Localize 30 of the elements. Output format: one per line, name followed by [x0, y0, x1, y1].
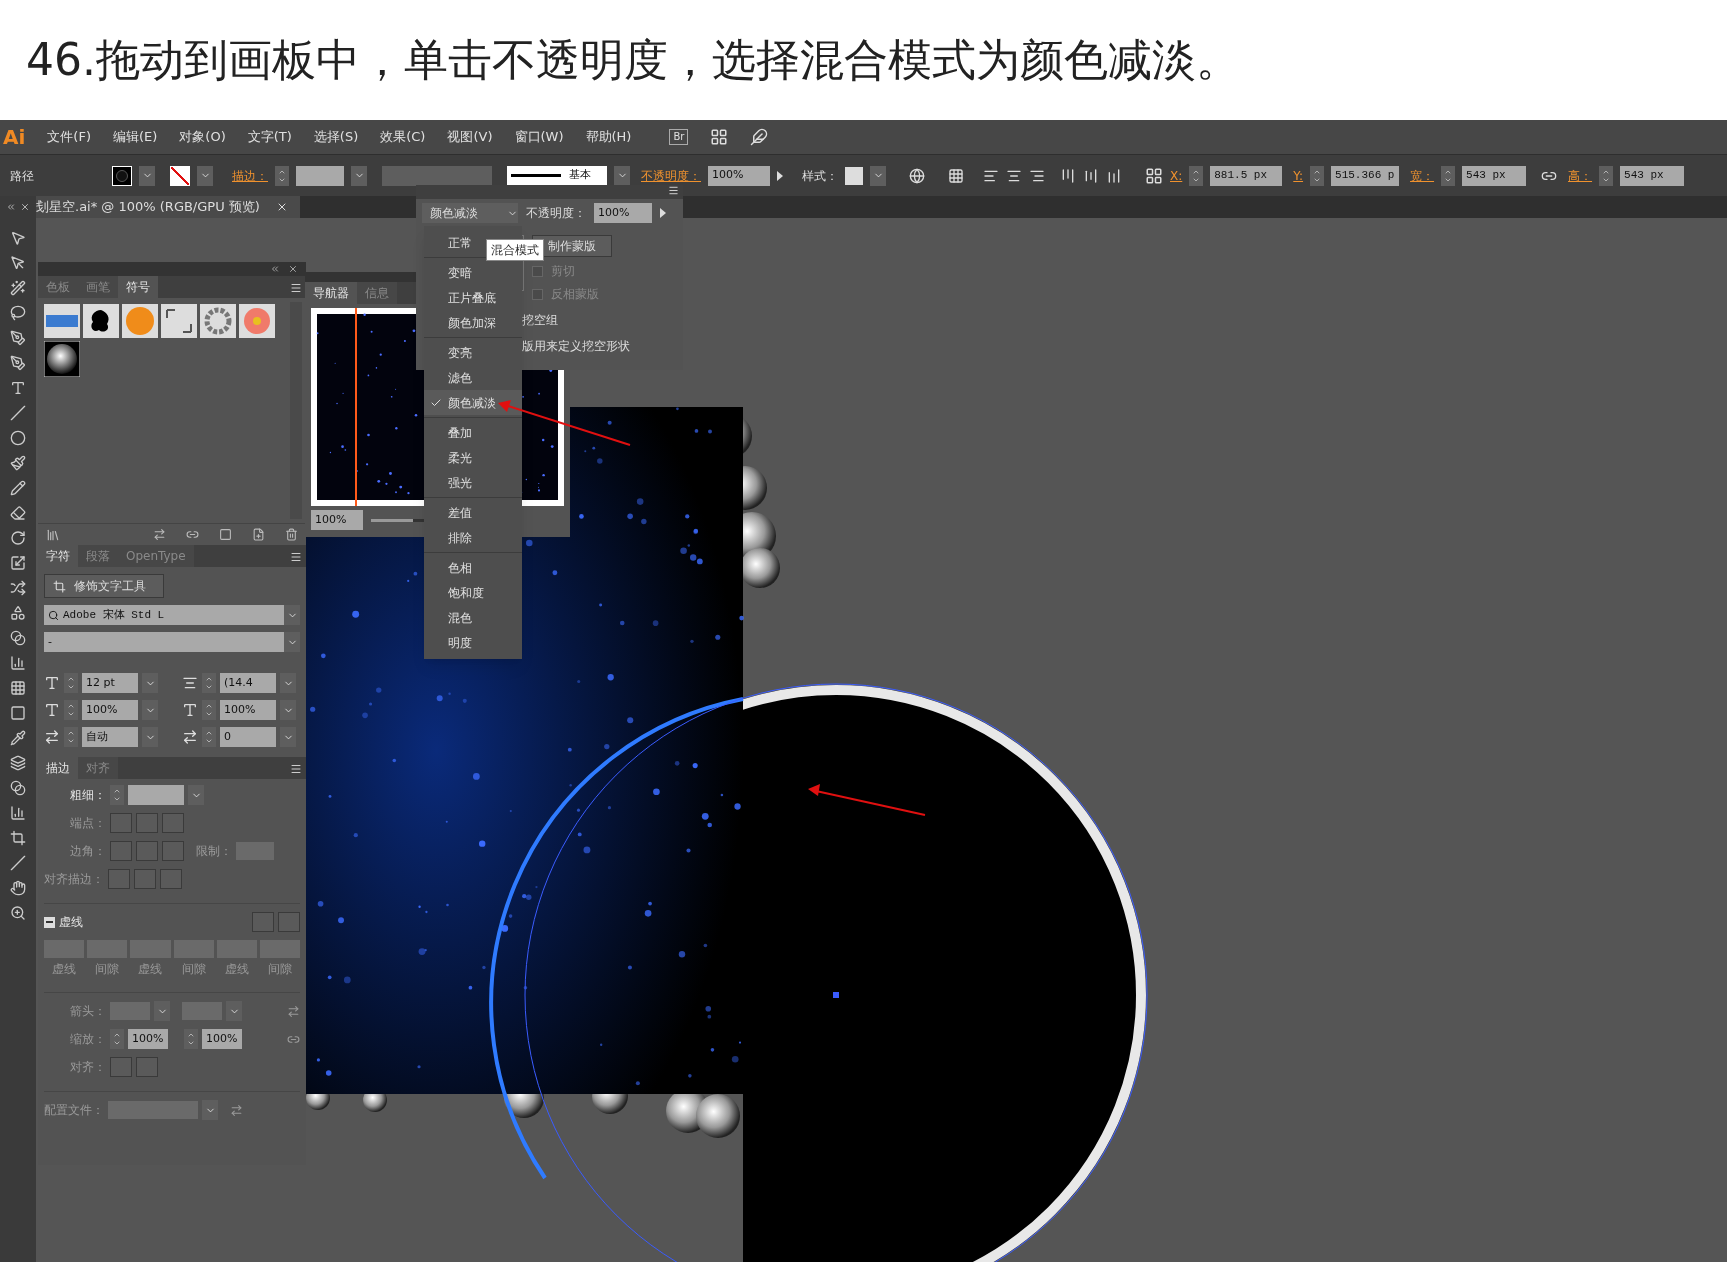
tooltip: 混合模式 [486, 239, 544, 261]
scale-label: 缩放： [70, 1031, 106, 1048]
style-label: 样式： [802, 167, 838, 185]
weight-label: 粗细： [70, 787, 106, 804]
x-label: X: [1170, 167, 1183, 185]
dash-label: 间隙 [267, 961, 292, 978]
align-stroke-label: 对齐描边： [44, 871, 104, 888]
width-label: 宽： [1410, 167, 1435, 185]
knockout-group-label: 挖空组 [522, 312, 559, 329]
app-logo: Ai [3, 124, 26, 151]
opacity-label: 不透明度： [641, 167, 701, 185]
align-label: 对齐： [70, 1059, 106, 1076]
opacity-label: 不透明度： [526, 205, 586, 222]
knockout-shape-label: 版用来定义挖空形状 [522, 338, 631, 355]
corner-label: 边角： [70, 843, 106, 860]
dash-label: 虚线 [224, 961, 249, 978]
cap-label: 端点： [70, 815, 106, 832]
dashed-line-label: 虚线 [59, 914, 83, 931]
stroke-label: 描边： [232, 167, 268, 185]
dash-label: 虚线 [52, 961, 77, 978]
step-caption: 46.拖动到画板中，单击不透明度，选择混合模式为颜色减淡。 [26, 33, 1240, 87]
limit-label: 限制： [196, 843, 232, 860]
object-type-label: 路径 [10, 167, 35, 185]
dash-label: 间隙 [181, 961, 206, 978]
arrowheads-label: 箭头： [70, 1003, 106, 1020]
height-label: 高： [1568, 167, 1593, 185]
dash-label: 间隙 [95, 961, 120, 978]
y-label: Y: [1293, 167, 1304, 185]
profile-label: 配置文件： [44, 1102, 104, 1119]
dash-label: 虚线 [138, 961, 163, 978]
